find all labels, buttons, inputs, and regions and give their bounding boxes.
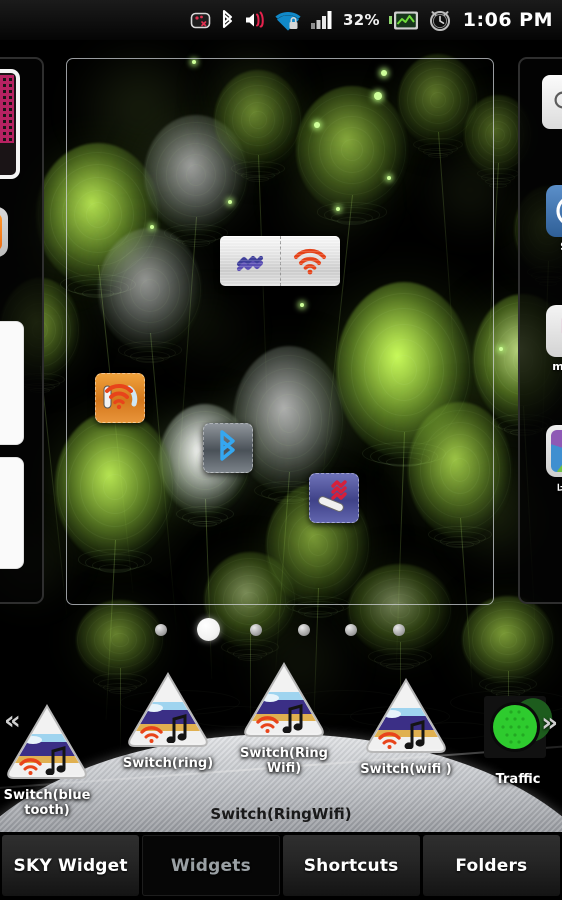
data-usage-icon (388, 7, 419, 33)
carousel-item-traffic[interactable]: Traffic (466, 692, 562, 787)
tab-sky-widget[interactable]: SKY Widget (2, 835, 140, 896)
left-page-item-0[interactable] (0, 69, 20, 179)
carousel-item-switch-ringwifi[interactable]: Switch(Ring Wifi) (232, 662, 336, 776)
switch-bluetooth-icon-widget[interactable] (203, 423, 253, 473)
carousel-item-switch-wifi[interactable]: Switch(wifi ) (354, 678, 458, 777)
page-dot-3[interactable] (298, 624, 310, 636)
clock-label: 1:06 PM (462, 9, 553, 31)
carousel-prev-arrow[interactable]: « (4, 708, 21, 734)
switch-triangle-icon (126, 672, 210, 752)
right-page-item-3-label: 네이버 (557, 480, 562, 496)
page-dot-2[interactable] (250, 624, 262, 636)
page-dot-4[interactable] (345, 624, 357, 636)
picker-tab-bar[interactable]: SKY Widget Widgets Shortcuts Folders (0, 832, 562, 900)
status-bar[interactable]: 32% 1:06 PM (0, 0, 562, 40)
switch-triangle-icon (242, 662, 326, 742)
page-dot-1[interactable] (197, 618, 220, 641)
switch-ringwifi-icon-widget[interactable] (95, 373, 145, 423)
tab-widgets[interactable]: Widgets (142, 835, 280, 896)
carousel-item-1-label: Switch(ring) (122, 756, 214, 771)
page-dot-5[interactable] (393, 624, 405, 636)
tab-folders[interactable]: Folders (422, 835, 560, 896)
game-controller-icon (190, 7, 211, 33)
switch-ringwifi-dual-widget[interactable] (220, 236, 340, 286)
battery-percent-label: 32% (342, 11, 380, 29)
carousel-selected-label: Switch(RingWifi) (210, 805, 352, 823)
mini-u-app-icon: U (546, 305, 562, 357)
previous-page-panel[interactable]: appket 마켓 (0, 57, 44, 604)
subway-app-icon (546, 185, 562, 237)
carousel-item-switch-ring[interactable]: Switch(ring) (116, 672, 220, 771)
volume-off-vibrate-icon (244, 7, 266, 33)
naver-app-icon (546, 425, 562, 477)
left-page-item-1[interactable]: appket 마켓 (0, 207, 8, 276)
vibrate-pen-icon (318, 480, 347, 512)
white-widget-partial-1 (0, 321, 24, 445)
carousel-item-3-label: Switch(wifi ) (360, 762, 452, 777)
carousel-item-2-label: Switch(Ring Wifi) (240, 746, 328, 776)
alarm-clock-icon (428, 7, 452, 33)
wifi-ring-icon (103, 384, 138, 410)
bluetooth-icon (220, 430, 235, 461)
switch-triangle-icon (364, 678, 448, 758)
vibrate-icon[interactable] (220, 236, 280, 286)
white-widget-partial-2 (0, 457, 24, 569)
bluetooth-icon (220, 7, 235, 33)
app-market-icon: appket (0, 207, 8, 257)
right-page-item-2-label: mini U (552, 360, 562, 373)
signal-bars-icon (310, 7, 334, 33)
tab-shortcuts[interactable]: Shortcuts (282, 835, 420, 896)
page-indicator (0, 618, 562, 642)
switch-vibrate-icon-widget[interactable] (309, 473, 359, 523)
wifi-secure-icon (275, 7, 301, 33)
right-page-item-2[interactable]: U mini U (546, 305, 562, 373)
search-widget-partial (542, 75, 562, 129)
left-page-item-2[interactable] (0, 321, 24, 445)
calendar-widget-partial (0, 69, 20, 179)
left-page-item-3[interactable] (0, 457, 24, 569)
right-page-item-0[interactable] (542, 75, 562, 129)
right-page-item-3[interactable]: 네이버 (546, 425, 562, 496)
carousel-item-4-label: Traffic (495, 772, 541, 787)
page-dot-0[interactable] (155, 624, 167, 636)
carousel-next-arrow[interactable]: » (541, 710, 558, 736)
home-screen-widget-picker: 32% 1:06 PM « » Switch(blue tooth) Switc… (0, 0, 562, 900)
next-page-panel[interactable]: Sub U mini U 네이버 (518, 57, 562, 604)
wifi-icon[interactable] (279, 236, 341, 286)
right-page-item-1[interactable]: Sub (546, 185, 562, 253)
current-page-panel[interactable] (66, 58, 494, 605)
